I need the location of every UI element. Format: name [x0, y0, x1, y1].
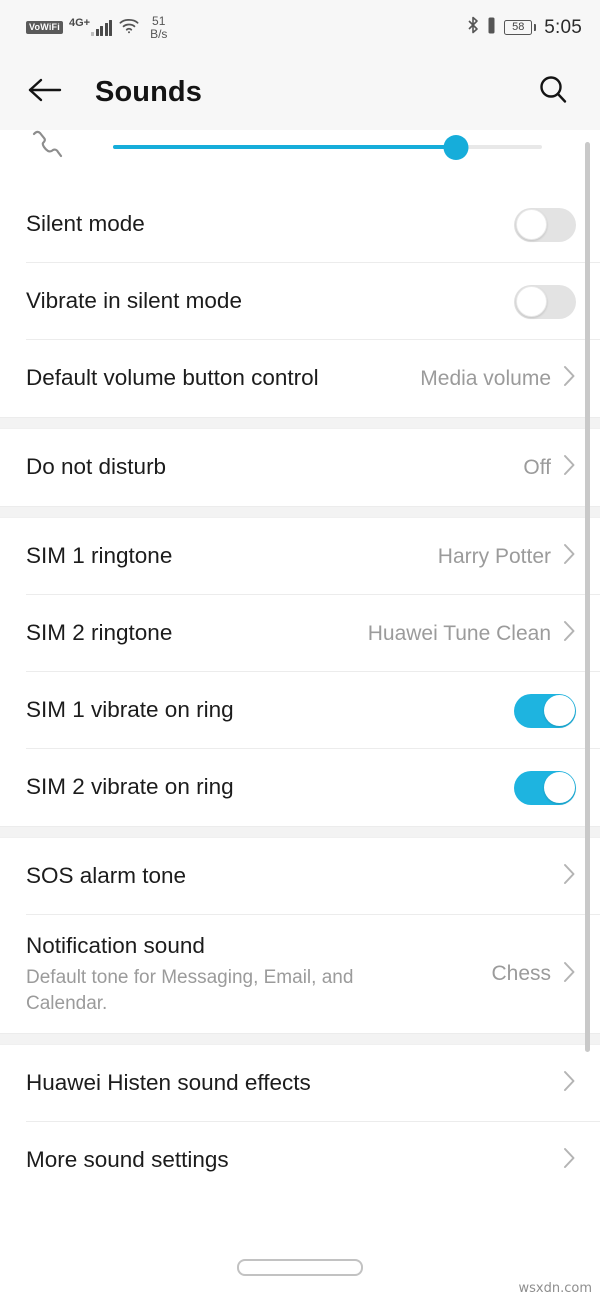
battery-icon: 58 — [504, 20, 537, 35]
row-label: SIM 2 ringtone — [26, 620, 173, 646]
signal-bars-icon — [91, 19, 113, 36]
chevron-right-icon — [563, 620, 576, 647]
toggle-silent-mode[interactable] — [514, 207, 576, 242]
row-label: Vibrate in silent mode — [26, 288, 242, 314]
settings-section: Huawei Histen sound effects More sound s… — [0, 1045, 600, 1199]
settings-section: Silent mode Vibrate in silent mode Defau… — [0, 186, 600, 417]
setting-row-huawei-histen-sound-effects[interactable]: Huawei Histen sound effects — [0, 1045, 600, 1122]
row-text: SIM 2 vibrate on ring — [26, 773, 514, 801]
search-button[interactable] — [530, 70, 576, 116]
cellular-signal-icon: 4G+ — [68, 16, 113, 36]
row-text: Vibrate in silent mode — [26, 287, 514, 315]
search-icon — [536, 73, 570, 112]
row-text: SOS alarm tone — [26, 862, 551, 890]
chevron-right-icon — [563, 961, 576, 988]
row-label: Do not disturb — [26, 454, 167, 480]
settings-section: SOS alarm tone Notification sound Defaul… — [0, 838, 600, 1033]
network-type-label: 4G+ — [68, 16, 91, 29]
setting-row-default-volume-button-control[interactable]: Default volume button control Media volu… — [0, 340, 600, 417]
row-text: Default volume button control — [26, 364, 420, 392]
setting-row-sim1-vibrate-on-ring[interactable]: SIM 1 vibrate on ring — [0, 672, 600, 749]
battery-percent-label: 58 — [512, 21, 525, 33]
row-value: Huawei Tune Clean — [367, 621, 551, 645]
slider-fill — [113, 145, 457, 149]
row-label: Huawei Histen sound effects — [26, 1070, 311, 1096]
setting-row-do-not-disturb[interactable]: Do not disturb Off — [0, 429, 600, 506]
network-speed: 51 B/s — [150, 15, 167, 40]
section-divider — [0, 506, 600, 518]
row-value: Off — [523, 455, 551, 479]
chevron-right-icon — [563, 365, 576, 392]
toggle-vibrate-in-silent-mode[interactable] — [514, 284, 576, 319]
setting-row-sim2-ringtone[interactable]: SIM 2 ringtone Huawei Tune Clean — [0, 595, 600, 672]
row-text: SIM 2 ringtone — [26, 619, 368, 647]
row-text: Huawei Histen sound effects — [26, 1069, 551, 1097]
setting-row-more-sound-settings[interactable]: More sound settings — [0, 1122, 600, 1199]
network-speed-unit: B/s — [150, 26, 168, 41]
status-bar: VoWiFi 4G+ 51 B/s 58 5:05 — [0, 0, 600, 55]
row-text: More sound settings — [26, 1146, 551, 1174]
row-text: Notification sound Default tone for Mess… — [26, 932, 491, 1016]
status-bar-left: VoWiFi 4G+ 51 B/s — [26, 15, 167, 40]
section-divider — [0, 417, 600, 429]
row-value: Media volume — [420, 366, 551, 390]
back-button[interactable] — [26, 70, 72, 116]
row-text: Do not disturb — [26, 453, 523, 481]
wifi-icon — [118, 16, 140, 39]
call-volume-slider[interactable] — [113, 130, 542, 167]
home-gesture-pill[interactable] — [237, 1259, 363, 1276]
status-bar-right: 58 5:05 — [467, 16, 582, 39]
call-volume-slider-row[interactable] — [0, 130, 600, 186]
chevron-right-icon — [563, 1070, 576, 1097]
toggle-sim2-vibrate-on-ring[interactable] — [514, 770, 576, 805]
setting-row-notification-sound[interactable]: Notification sound Default tone for Mess… — [0, 915, 600, 1033]
bluetooth-icon — [467, 16, 479, 39]
toggle-sim1-vibrate-on-ring[interactable] — [514, 693, 576, 728]
vertical-scrollbar[interactable] — [585, 142, 590, 1052]
settings-section: Do not disturb Off — [0, 429, 600, 506]
section-divider — [0, 1033, 600, 1045]
setting-row-sos-alarm-tone[interactable]: SOS alarm tone — [0, 838, 600, 915]
row-value: Harry Potter — [437, 544, 551, 568]
row-text: Silent mode — [26, 210, 514, 238]
row-label: Silent mode — [26, 211, 145, 237]
network-speed-value: 51 — [152, 13, 166, 28]
row-value: Chess — [491, 962, 551, 985]
setting-row-sim2-vibrate-on-ring[interactable]: SIM 2 vibrate on ring — [0, 749, 600, 826]
row-label: Default volume button control — [26, 365, 319, 391]
row-text: SIM 1 vibrate on ring — [26, 696, 514, 724]
row-label: Notification sound — [26, 932, 205, 958]
row-text: SIM 1 ringtone — [26, 542, 438, 570]
slider-thumb[interactable] — [443, 134, 469, 160]
section-divider — [0, 826, 600, 838]
settings-section: SIM 1 ringtone Harry Potter SIM 2 ringto… — [0, 518, 600, 826]
row-label: SIM 1 ringtone — [26, 543, 173, 569]
vibrate-icon — [487, 17, 496, 39]
back-arrow-icon — [26, 75, 64, 110]
setting-row-silent-mode[interactable]: Silent mode — [0, 186, 600, 263]
setting-row-vibrate-in-silent-mode[interactable]: Vibrate in silent mode — [0, 263, 600, 340]
chevron-right-icon — [563, 1147, 576, 1174]
app-header: Sounds — [0, 55, 600, 130]
chevron-right-icon — [563, 863, 576, 890]
row-label: SIM 1 vibrate on ring — [26, 697, 234, 723]
settings-scroll-area[interactable]: Silent mode Vibrate in silent mode Defau… — [0, 130, 600, 1235]
status-bar-clock: 5:05 — [544, 16, 582, 38]
vowifi-icon: VoWiFi — [26, 21, 63, 34]
chevron-right-icon — [563, 543, 576, 570]
setting-row-sim1-ringtone[interactable]: SIM 1 ringtone Harry Potter — [0, 518, 600, 595]
system-navigation-bar: wsxdn.com — [0, 1235, 600, 1300]
row-label: More sound settings — [26, 1147, 229, 1173]
watermark: wsxdn.com — [518, 1281, 593, 1296]
row-subtitle: Default tone for Messaging, Email, and C… — [26, 966, 354, 1014]
row-label: SIM 2 vibrate on ring — [26, 774, 234, 800]
page-title: Sounds — [95, 76, 202, 108]
row-label: SOS alarm tone — [26, 863, 187, 889]
chevron-right-icon — [563, 454, 576, 481]
call-volume-icon — [26, 130, 68, 171]
